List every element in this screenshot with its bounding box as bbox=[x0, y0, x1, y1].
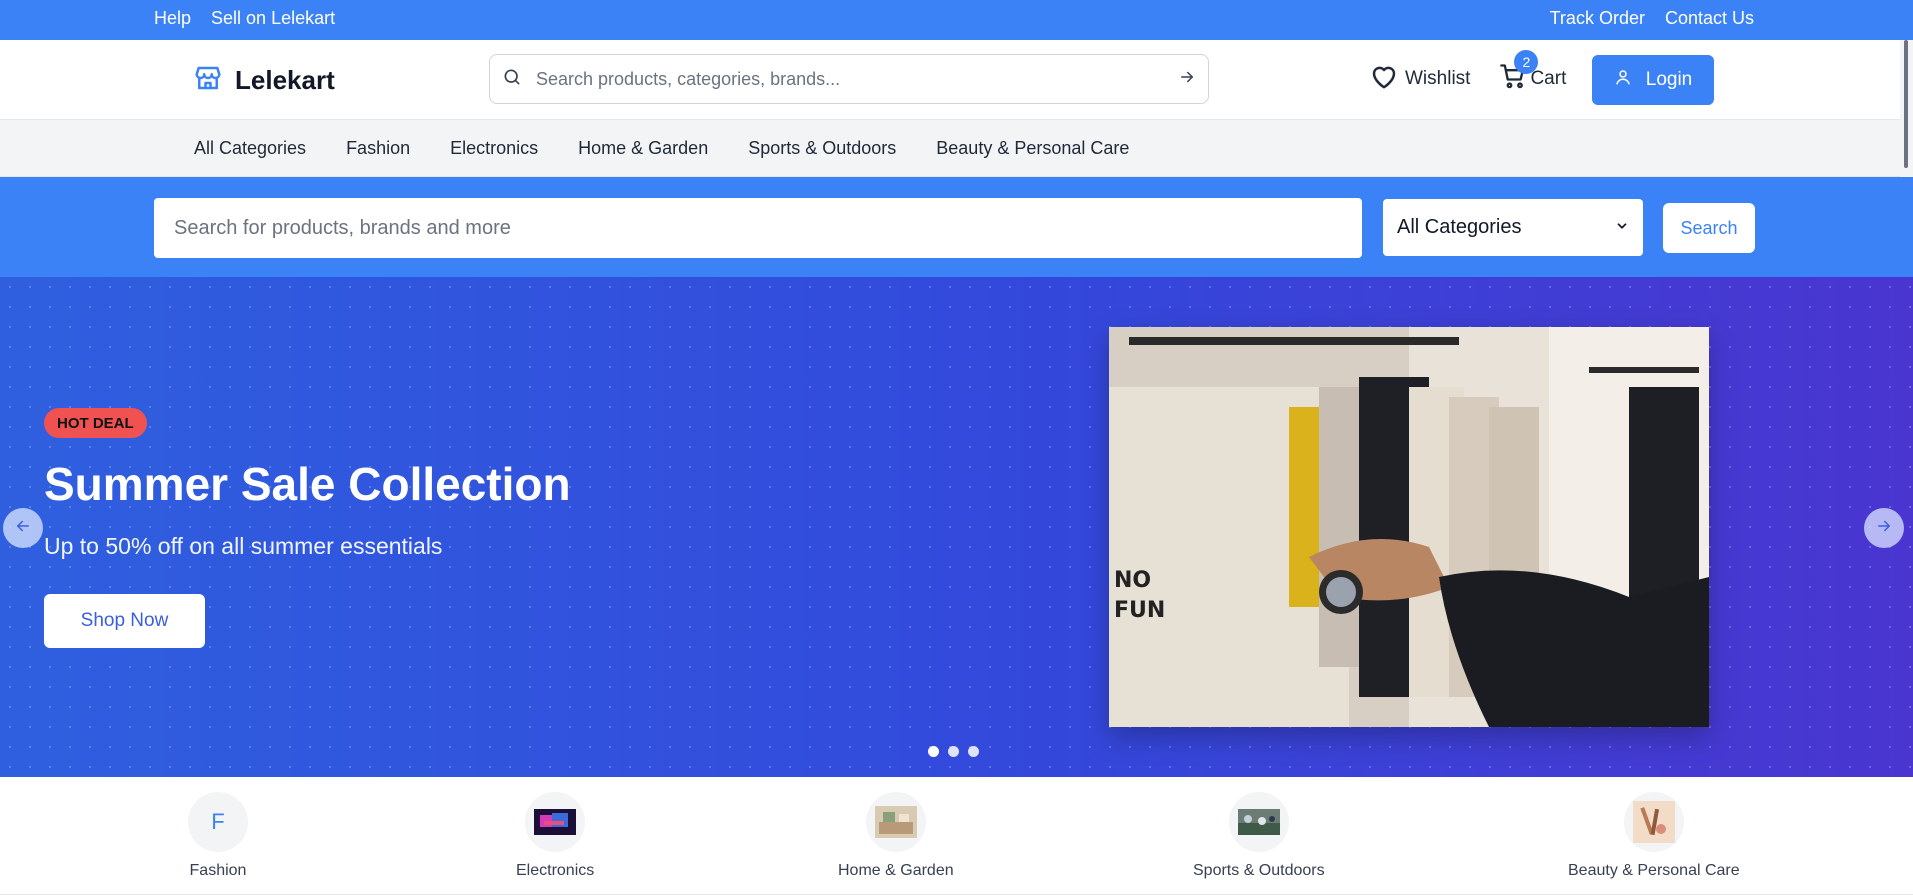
hero-clothing-rack-image: NO FUN bbox=[1109, 327, 1709, 727]
electronics-thumbnail-icon bbox=[525, 792, 586, 852]
category-nav: All Categories Fashion Electronics Home … bbox=[0, 120, 1900, 177]
chevron-down-icon bbox=[1615, 216, 1629, 239]
login-button[interactable]: Login bbox=[1592, 55, 1714, 105]
fashion-initial: F bbox=[211, 809, 225, 834]
search-band: Search for products, brands and more All… bbox=[0, 177, 1913, 277]
search-icon bbox=[502, 67, 522, 92]
wishlist-label: Wishlist bbox=[1405, 68, 1471, 89]
header-search-input[interactable]: Search products, categories, brands... bbox=[536, 69, 1178, 90]
hero-subtitle: Up to 50% off on all summer essentials bbox=[44, 533, 443, 559]
carousel-prev-button[interactable] bbox=[3, 508, 43, 548]
topbar-right-links: Track Order Contact Us bbox=[1550, 8, 1754, 29]
category-beauty-personal-care[interactable]: Beauty & Personal Care bbox=[1568, 792, 1740, 880]
store-icon bbox=[193, 63, 223, 98]
nav-beauty-personal-care[interactable]: Beauty & Personal Care bbox=[936, 138, 1129, 159]
fashion-avatar: F bbox=[188, 792, 248, 852]
nav-sports-outdoors[interactable]: Sports & Outdoors bbox=[748, 138, 896, 159]
main-search-input[interactable]: Search for products, brands and more bbox=[154, 198, 1362, 258]
track-order-link[interactable]: Track Order bbox=[1550, 8, 1645, 29]
help-link[interactable]: Help bbox=[154, 8, 191, 29]
nav-home-garden[interactable]: Home & Garden bbox=[578, 138, 708, 159]
svg-text:NO: NO bbox=[1114, 568, 1151, 593]
cart-button[interactable]: 2 Cart bbox=[1498, 50, 1567, 96]
category-fashion[interactable]: F Fashion bbox=[188, 792, 248, 880]
category-label: Home & Garden bbox=[838, 862, 954, 879]
carousel-dot-3[interactable] bbox=[968, 746, 979, 757]
category-select-value: All Categories bbox=[1397, 216, 1522, 238]
nav-electronics[interactable]: Electronics bbox=[450, 138, 538, 159]
beauty-thumbnail-icon bbox=[1623, 792, 1684, 852]
scrollbar-thumb[interactable] bbox=[1904, 40, 1908, 168]
topbar-left-links: Help Sell on Lelekart bbox=[154, 8, 335, 29]
hot-deal-badge: HOT DEAL bbox=[44, 408, 147, 438]
category-home-garden[interactable]: Home & Garden bbox=[838, 792, 954, 880]
svg-text:FUN: FUN bbox=[1114, 598, 1165, 623]
carousel-dot-2[interactable] bbox=[948, 746, 959, 757]
header-search[interactable]: Search products, categories, brands... bbox=[489, 54, 1209, 104]
category-label: Beauty & Personal Care bbox=[1568, 862, 1740, 879]
user-icon bbox=[1614, 68, 1632, 92]
hero-title: Summer Sale Collection bbox=[44, 458, 571, 510]
nav-fashion[interactable]: Fashion bbox=[346, 138, 410, 159]
cart-label: Cart bbox=[1530, 68, 1567, 89]
category-electronics[interactable]: Electronics bbox=[516, 792, 594, 880]
category-label: Fashion bbox=[189, 862, 247, 879]
carousel-next-button[interactable] bbox=[1864, 508, 1904, 548]
main-header: Lelekart Search products, categories, br… bbox=[0, 40, 1900, 120]
arrow-right-icon bbox=[1875, 517, 1893, 540]
shop-now-button[interactable]: Shop Now bbox=[44, 594, 205, 648]
category-shortcuts: F Fashion Electronics Home & Garden Spor… bbox=[0, 777, 1913, 895]
category-sports-outdoors[interactable]: Sports & Outdoors bbox=[1193, 792, 1325, 880]
arrow-left-icon bbox=[14, 517, 32, 540]
heart-icon bbox=[1369, 62, 1399, 96]
wishlist-button[interactable]: Wishlist bbox=[1369, 62, 1470, 96]
sports-thumbnail-icon bbox=[1228, 792, 1289, 852]
carousel-dot-1[interactable] bbox=[928, 746, 939, 757]
header-actions: Wishlist 2 Cart bbox=[1369, 50, 1567, 104]
arrow-right-icon[interactable] bbox=[1178, 68, 1196, 91]
logo[interactable]: Lelekart bbox=[193, 63, 335, 98]
nav-all-categories[interactable]: All Categories bbox=[194, 138, 306, 159]
home-garden-thumbnail-icon bbox=[865, 792, 926, 852]
login-label: Login bbox=[1645, 69, 1693, 90]
carousel-dots bbox=[928, 746, 979, 757]
top-utility-bar: Help Sell on Lelekart Track Order Contac… bbox=[0, 0, 1913, 40]
category-label: Electronics bbox=[516, 862, 595, 879]
search-button[interactable]: Search bbox=[1663, 203, 1755, 253]
contact-us-link[interactable]: Contact Us bbox=[1665, 8, 1754, 29]
category-select[interactable]: All Categories bbox=[1383, 199, 1643, 256]
category-label: Sports & Outdoors bbox=[1193, 862, 1325, 879]
main-search-placeholder: Search for products, brands and more bbox=[174, 216, 511, 239]
sell-link[interactable]: Sell on Lelekart bbox=[211, 8, 335, 29]
logo-text: Lelekart bbox=[235, 65, 335, 95]
hero-carousel: HOT DEAL Summer Sale Collection Up to 50… bbox=[0, 277, 1913, 777]
